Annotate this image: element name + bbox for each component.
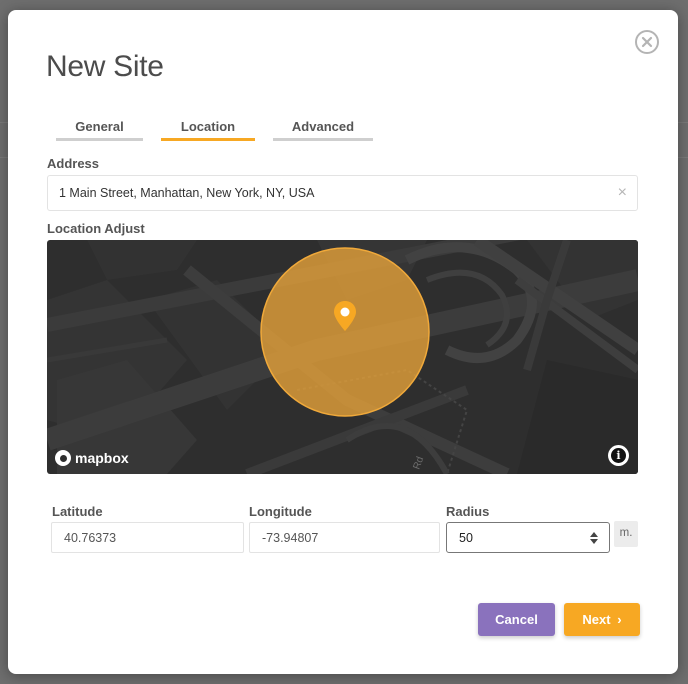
latitude-label: Latitude bbox=[52, 504, 103, 519]
radius-input[interactable]: 50 bbox=[446, 522, 610, 553]
latitude-value: 40.76373 bbox=[64, 531, 117, 545]
longitude-field[interactable]: -73.94807 bbox=[249, 522, 440, 553]
new-site-modal: New Site General Location Advanced Addre… bbox=[8, 10, 678, 674]
close-icon bbox=[641, 36, 653, 48]
next-button-label: Next bbox=[582, 612, 611, 627]
address-label: Address bbox=[47, 156, 100, 171]
address-value: 1 Main Street, Manhattan, New York, NY, … bbox=[59, 186, 315, 200]
map-pin-icon[interactable] bbox=[333, 300, 357, 332]
mapbox-logo[interactable]: mapbox bbox=[55, 450, 129, 466]
longitude-value: -73.94807 bbox=[262, 531, 319, 545]
cancel-button[interactable]: Cancel bbox=[478, 603, 555, 636]
tab-general-underline bbox=[56, 138, 143, 141]
tab-location-label: Location bbox=[180, 119, 236, 134]
clear-address-icon[interactable]: × bbox=[618, 184, 627, 202]
mapbox-logo-text: mapbox bbox=[75, 450, 129, 466]
tab-advanced-label: Advanced bbox=[291, 119, 355, 134]
tab-advanced[interactable]: Advanced bbox=[273, 119, 373, 143]
close-button[interactable] bbox=[635, 30, 659, 54]
radius-unit: m. bbox=[614, 521, 638, 547]
tab-general-label: General bbox=[75, 119, 124, 134]
radius-label: Radius bbox=[446, 504, 490, 519]
modal-title: New Site bbox=[46, 50, 164, 83]
tab-location-underline bbox=[161, 138, 255, 141]
tab-location[interactable]: Location bbox=[161, 119, 255, 143]
tab-general[interactable]: General bbox=[56, 119, 143, 143]
location-map[interactable]: Rd mapbox i bbox=[47, 240, 638, 474]
mapbox-logo-icon bbox=[55, 450, 71, 466]
address-input[interactable]: 1 Main Street, Manhattan, New York, NY, … bbox=[47, 175, 638, 211]
radius-value: 50 bbox=[459, 531, 473, 545]
next-button[interactable]: Next › bbox=[564, 603, 640, 636]
latitude-field[interactable]: 40.76373 bbox=[51, 522, 244, 553]
info-icon: i bbox=[611, 448, 626, 463]
spinner-arrows-icon[interactable] bbox=[589, 530, 599, 546]
longitude-label: Longitude bbox=[249, 504, 312, 519]
radius-circle[interactable] bbox=[47, 240, 638, 474]
map-info-button[interactable]: i bbox=[608, 445, 629, 466]
location-adjust-label: Location Adjust bbox=[47, 221, 145, 236]
tab-advanced-underline bbox=[273, 138, 373, 141]
chevron-right-icon: › bbox=[617, 612, 622, 627]
